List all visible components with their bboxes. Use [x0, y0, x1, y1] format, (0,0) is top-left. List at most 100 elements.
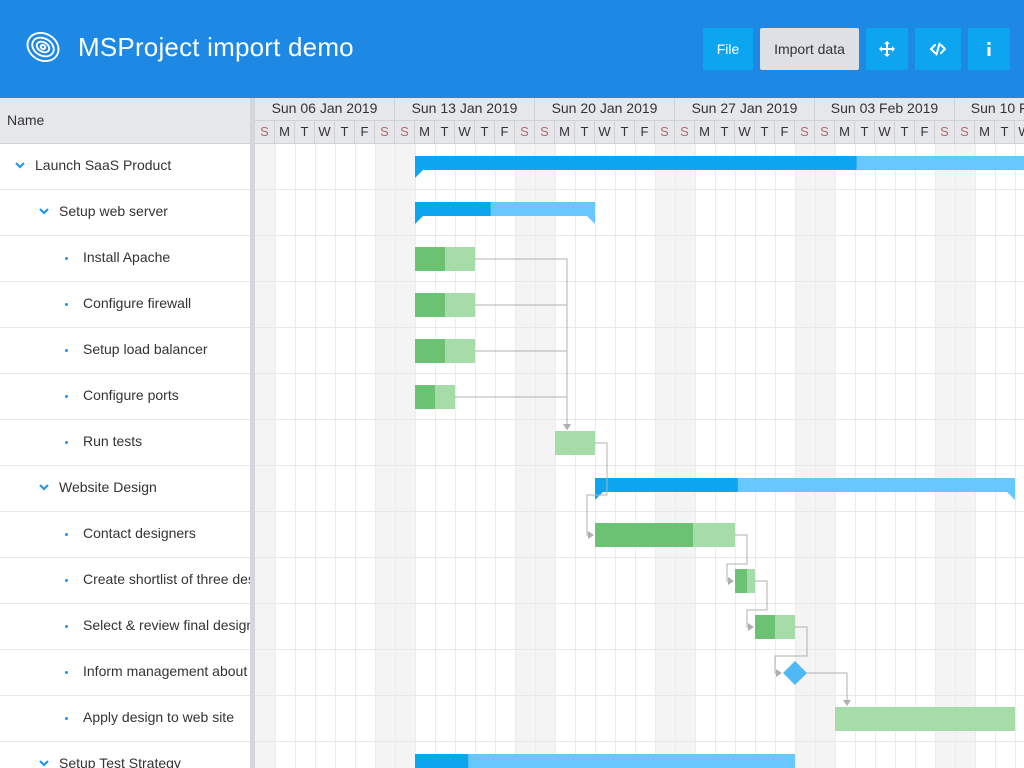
task-bar — [555, 431, 595, 455]
app-header: MSProject import demo File Import data — [0, 0, 1024, 98]
task-name: Setup web server — [59, 203, 168, 219]
leaf-bullet-icon — [65, 671, 68, 674]
weekend-column — [515, 144, 535, 768]
day-header: W — [315, 120, 335, 144]
task-row[interactable]: Create shortlist of three designers — [0, 558, 250, 604]
task-row[interactable]: Website Design — [0, 466, 250, 512]
day-header: T — [855, 120, 875, 144]
chevron-down-icon[interactable] — [38, 757, 50, 768]
day-header: S — [955, 120, 975, 144]
day-header: M — [695, 120, 715, 144]
task-row[interactable]: Configure firewall — [0, 282, 250, 328]
task-bar-progress — [595, 523, 693, 547]
chevron-down-icon[interactable] — [14, 159, 26, 171]
day-header: S — [255, 120, 275, 144]
summary-bar-right-cap — [1007, 492, 1015, 500]
day-header: T — [995, 120, 1015, 144]
import-data-button[interactable]: Import data — [760, 28, 859, 70]
summary-bar-progress — [415, 156, 857, 170]
task-name: Apply design to web site — [83, 709, 234, 725]
task-bar-progress — [415, 385, 435, 409]
summary-bar — [415, 754, 795, 768]
day-header: W — [875, 120, 895, 144]
day-header: F — [495, 120, 515, 144]
task-name: Inform management about decision — [83, 663, 250, 679]
day-header: T — [335, 120, 355, 144]
logo-icon — [26, 31, 60, 63]
summary-bar-left-cap — [415, 170, 423, 178]
chevron-down-icon[interactable] — [38, 205, 50, 217]
week-header: Sun 27 Jan 2019 — [675, 98, 815, 120]
task-row[interactable]: Inform management about decision — [0, 650, 250, 696]
task-name: Run tests — [83, 433, 143, 449]
task-bar-progress — [755, 615, 775, 639]
summary-bar-progress — [415, 202, 491, 216]
day-header: S — [675, 120, 695, 144]
weekend-column — [935, 144, 955, 768]
summary-bar-right-cap — [587, 216, 595, 224]
day-header: T — [895, 120, 915, 144]
day-header: S — [375, 120, 395, 144]
task-row[interactable]: Setup web server — [0, 190, 250, 236]
task-row[interactable]: Run tests — [0, 420, 250, 466]
day-header: M — [835, 120, 855, 144]
timeline-panel: Sun 06 Jan 2019 Sun 13 Jan 2019 Sun 20 Jan… — [255, 98, 1024, 768]
day-header: T — [295, 120, 315, 144]
task-bar-progress — [415, 293, 445, 317]
leaf-bullet-icon — [65, 349, 68, 352]
day-header: M — [415, 120, 435, 144]
leaf-bullet-icon — [65, 717, 68, 720]
weekend-column — [375, 144, 395, 768]
task-row[interactable]: Apply design to web site — [0, 696, 250, 742]
day-header: T — [435, 120, 455, 144]
task-row[interactable]: Select & review final design — [0, 604, 250, 650]
task-row[interactable]: Configure ports — [0, 374, 250, 420]
task-name: Contact designers — [83, 525, 196, 541]
week-header: Sun 06 Jan 2019 — [255, 98, 395, 120]
name-column-header[interactable]: Name — [0, 98, 250, 144]
summary-bar-progress — [595, 478, 738, 492]
leaf-bullet-icon — [65, 303, 68, 306]
task-name: Create shortlist of three designers — [83, 571, 250, 587]
code-button[interactable] — [915, 28, 961, 70]
task-row[interactable]: Launch SaaS Product — [0, 144, 250, 190]
task-name: Configure ports — [83, 387, 179, 403]
move-icon — [879, 41, 895, 57]
weekend-column — [255, 144, 275, 768]
day-header: S — [815, 120, 835, 144]
summary-bar-left-cap — [595, 492, 603, 500]
day-header: T — [475, 120, 495, 144]
task-row[interactable]: Contact designers — [0, 512, 250, 558]
dependency-arrow — [748, 623, 754, 631]
leaf-bullet-icon — [65, 579, 68, 582]
task-name: Setup Test Strategy — [59, 755, 181, 768]
gantt-chart-area — [255, 144, 1024, 768]
day-header: S — [515, 120, 535, 144]
leaf-bullet-icon — [65, 395, 68, 398]
task-grid: Name Launch SaaS Product Setup web server… — [0, 98, 250, 768]
leaf-bullet-icon — [65, 625, 68, 628]
task-name: Install Apache — [83, 249, 171, 265]
code-icon — [930, 42, 946, 56]
day-header: T — [615, 120, 635, 144]
day-header: M — [975, 120, 995, 144]
info-button[interactable] — [968, 28, 1010, 70]
dependency-arrow — [563, 424, 571, 430]
move-button[interactable] — [866, 28, 908, 70]
day-header: W — [455, 120, 475, 144]
week-header: Sun 03 Feb 2019 — [815, 98, 955, 120]
task-row[interactable]: Install Apache — [0, 236, 250, 282]
info-icon — [987, 42, 991, 56]
weekend-column — [535, 144, 555, 768]
chevron-down-icon[interactable] — [38, 481, 50, 493]
task-row[interactable]: Setup load balancer — [0, 328, 250, 374]
task-bar-progress — [415, 247, 445, 271]
day-header: S — [535, 120, 555, 144]
file-button[interactable]: File — [703, 28, 753, 70]
week-header: Sun 10 Feb 2019 — [955, 98, 1024, 120]
leaf-bullet-icon — [65, 441, 68, 444]
task-name: Launch SaaS Product — [35, 157, 172, 173]
day-header: T — [575, 120, 595, 144]
task-row[interactable]: Setup Test Strategy — [0, 742, 250, 768]
weekend-column — [675, 144, 695, 768]
